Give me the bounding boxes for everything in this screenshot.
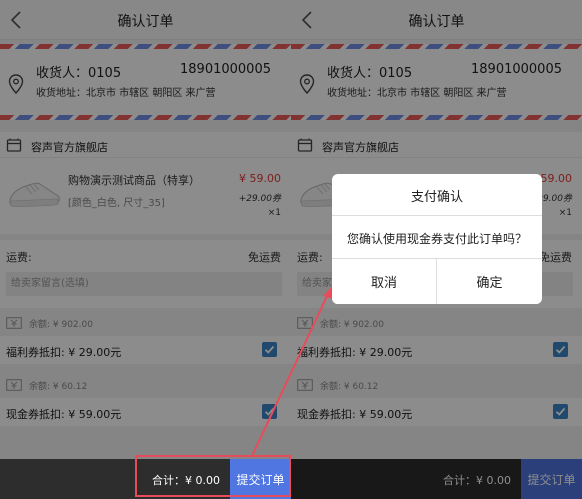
dialog-message: 您确认使用现金券支付此订单吗？ — [346, 232, 527, 246]
order-screen-left: 确认订单 收货人：0105 18901000005 收货地址：北京市 市辖区 朝… — [0, 0, 291, 499]
dialog-title: 支付确认 — [410, 190, 463, 205]
payment-confirm-dialog: 支付确认 您确认使用现金券支付此订单吗？ 取消 确定 — [332, 174, 542, 304]
dialog-cancel-button[interactable]: 取消 — [332, 259, 437, 304]
annotation-highlight-box — [135, 455, 291, 497]
dim-overlay — [0, 0, 291, 459]
dialog-divider — [332, 215, 542, 216]
dialog-confirm-button[interactable]: 确定 — [437, 259, 542, 304]
